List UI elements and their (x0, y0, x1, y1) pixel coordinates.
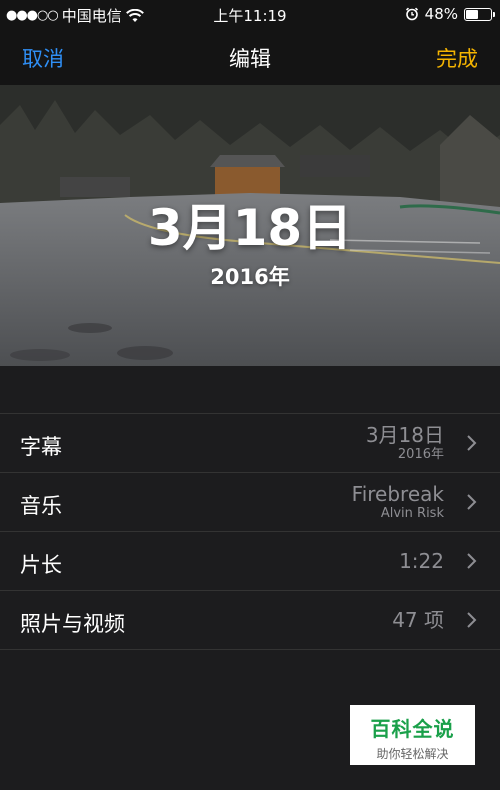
row-value-group: 1:22 (399, 532, 444, 590)
preview-title-date: 3月18日 (147, 199, 353, 257)
battery-icon (464, 7, 495, 21)
chevron-right-icon (467, 494, 477, 510)
row-value-group: 3月18日 2016年 (366, 414, 444, 472)
page-title: 编辑 (229, 47, 271, 71)
alarm-icon (405, 7, 418, 21)
battery-fill (466, 9, 479, 19)
watermark-title: 百科全说 (370, 717, 455, 741)
row-label: 片长 (20, 553, 62, 577)
chevron-right-icon (467, 435, 477, 451)
row-subtitle[interactable]: 字幕 3月18日 2016年 (0, 414, 500, 473)
row-value: 47 项 (392, 607, 444, 632)
nav-bar: 取消 编辑 完成 (0, 30, 500, 85)
status-bar: ●●●○○ 中国电信 上午11:19 48% (0, 0, 500, 30)
row-subvalue: Alvin Risk (380, 505, 444, 521)
row-value: Firebreak (351, 481, 444, 506)
chevron-right-icon (467, 553, 477, 569)
done-button[interactable]: 完成 (436, 43, 478, 73)
row-value-group: 47 项 (392, 591, 444, 649)
status-right: 48% (405, 5, 495, 23)
row-value: 3月18日 (365, 422, 444, 447)
video-preview[interactable]: 3月18日 2016年 (0, 85, 500, 366)
row-photos-videos[interactable]: 照片与视频 47 项 (0, 591, 500, 649)
preview-title-year: 2016年 (210, 265, 290, 289)
chevron-right-icon (467, 612, 477, 628)
row-label: 字幕 (20, 435, 62, 459)
row-subvalue: 2016年 (397, 446, 444, 462)
row-value: 1:22 (399, 548, 444, 573)
row-music[interactable]: 音乐 Firebreak Alvin Risk (0, 473, 500, 532)
row-label: 音乐 (20, 494, 62, 518)
row-label: 照片与视频 (20, 612, 125, 636)
battery-percentage: 48% (424, 5, 458, 23)
settings-list: 字幕 3月18日 2016年 音乐 Firebreak Alvin Risk 片… (0, 413, 500, 650)
watermark-subtitle: 助你轻松解决 (376, 747, 449, 761)
row-value-group: Firebreak Alvin Risk (352, 473, 444, 531)
row-duration[interactable]: 片长 1:22 (0, 532, 500, 591)
watermark-logo: 百科全说 助你轻松解决 (350, 705, 475, 765)
